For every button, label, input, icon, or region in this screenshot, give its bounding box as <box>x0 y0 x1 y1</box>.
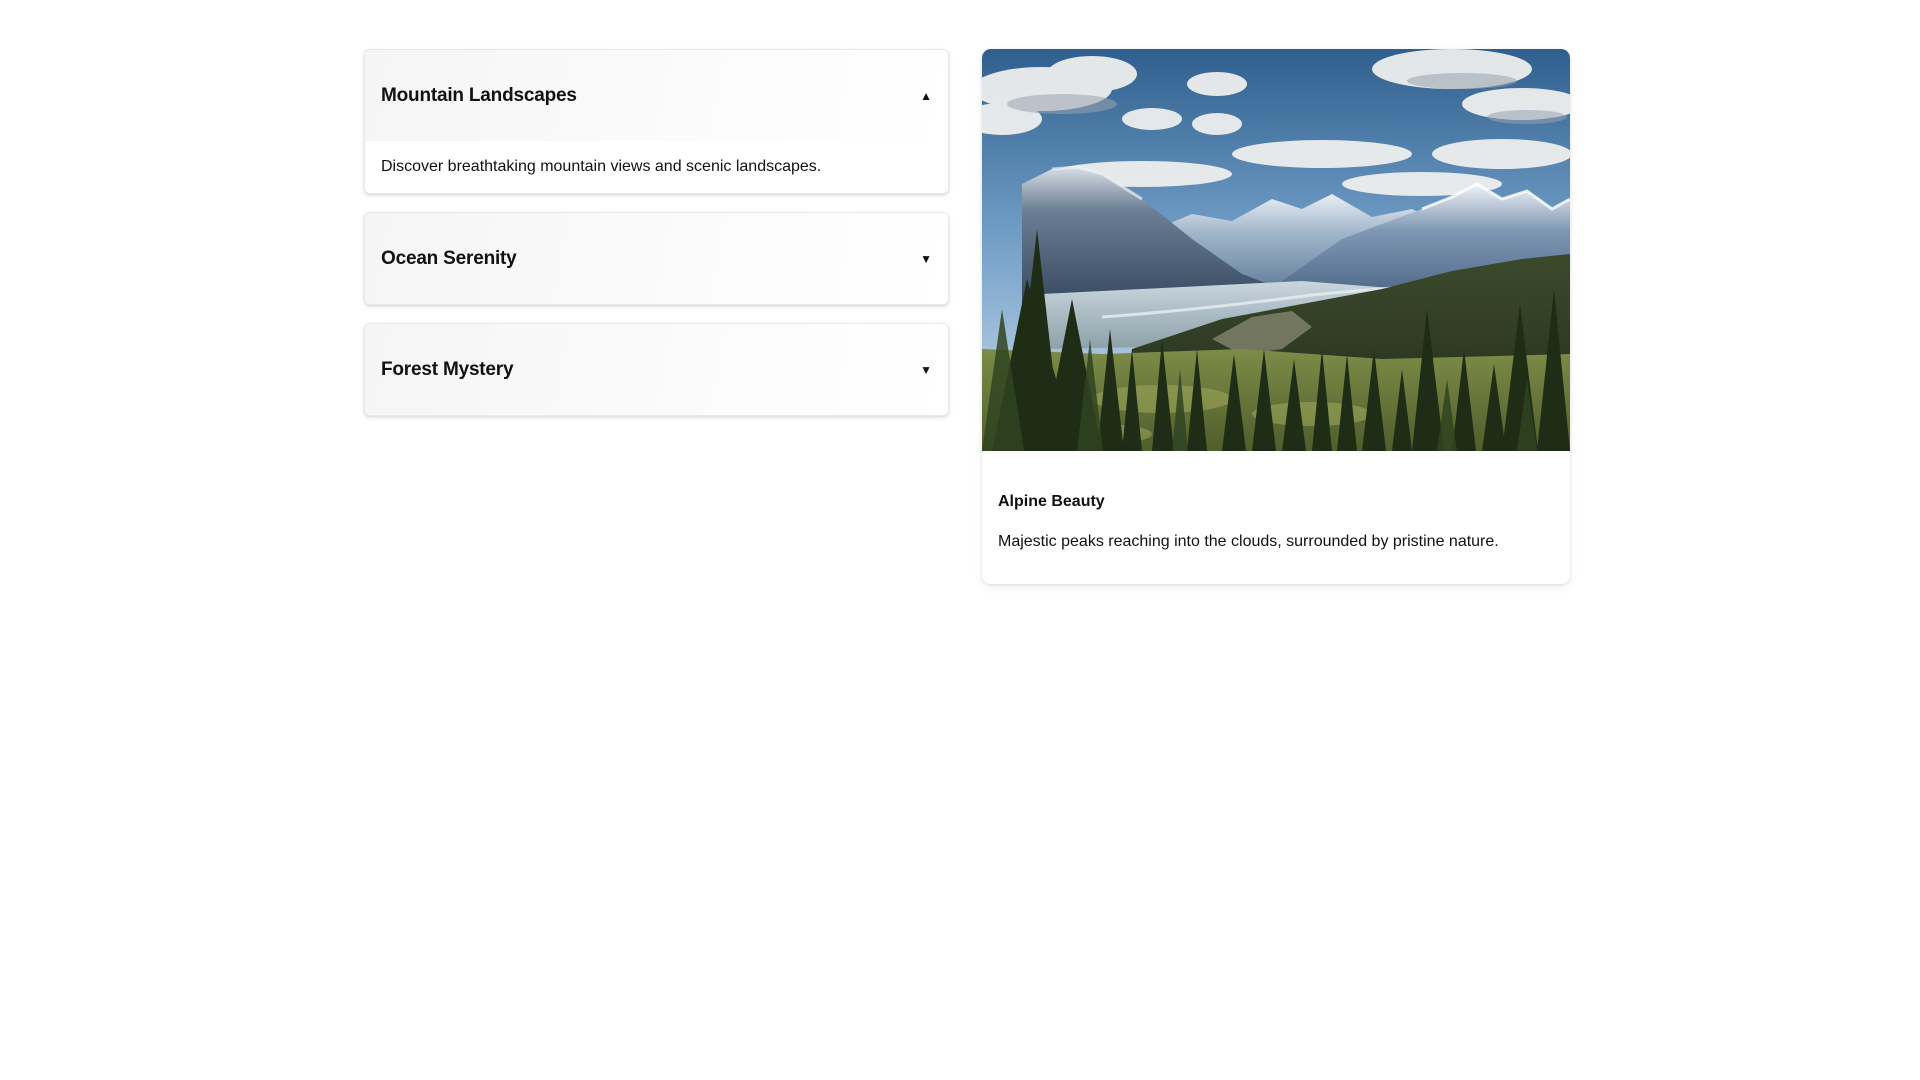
card-body: Alpine Beauty Majestic peaks reaching in… <box>982 451 1570 552</box>
accordion-item-mountain-landscapes: Mountain Landscapes ▲ Discover breathtak… <box>364 49 949 194</box>
accordion-title: Mountain Landscapes <box>381 84 577 106</box>
chevron-down-icon: ▼ <box>920 362 932 377</box>
card-title: Alpine Beauty <box>998 493 1105 510</box>
accordion-title: Forest Mystery <box>381 358 514 380</box>
chevron-down-icon: ▼ <box>920 251 932 266</box>
accordion-header-mountain-landscapes[interactable]: Mountain Landscapes ▲ <box>365 50 948 141</box>
page: Mountain Landscapes ▲ Discover breathtak… <box>0 0 1920 1080</box>
card-description: Majestic peaks reaching into the clouds,… <box>998 533 1499 550</box>
accordion-title: Ocean Serenity <box>381 247 517 269</box>
accordion-item-forest-mystery: Forest Mystery ▼ <box>364 323 949 416</box>
image-card: Alpine Beauty Majestic peaks reaching in… <box>982 49 1570 584</box>
accordion: Mountain Landscapes ▲ Discover breathtak… <box>364 49 949 434</box>
mountain-landscape-image <box>982 49 1570 451</box>
accordion-item-ocean-serenity: Ocean Serenity ▼ <box>364 212 949 305</box>
accordion-content: Discover breathtaking mountain views and… <box>365 141 948 193</box>
accordion-header-forest-mystery[interactable]: Forest Mystery ▼ <box>365 324 948 415</box>
accordion-header-ocean-serenity[interactable]: Ocean Serenity ▼ <box>365 213 948 304</box>
chevron-up-icon: ▲ <box>920 88 932 103</box>
